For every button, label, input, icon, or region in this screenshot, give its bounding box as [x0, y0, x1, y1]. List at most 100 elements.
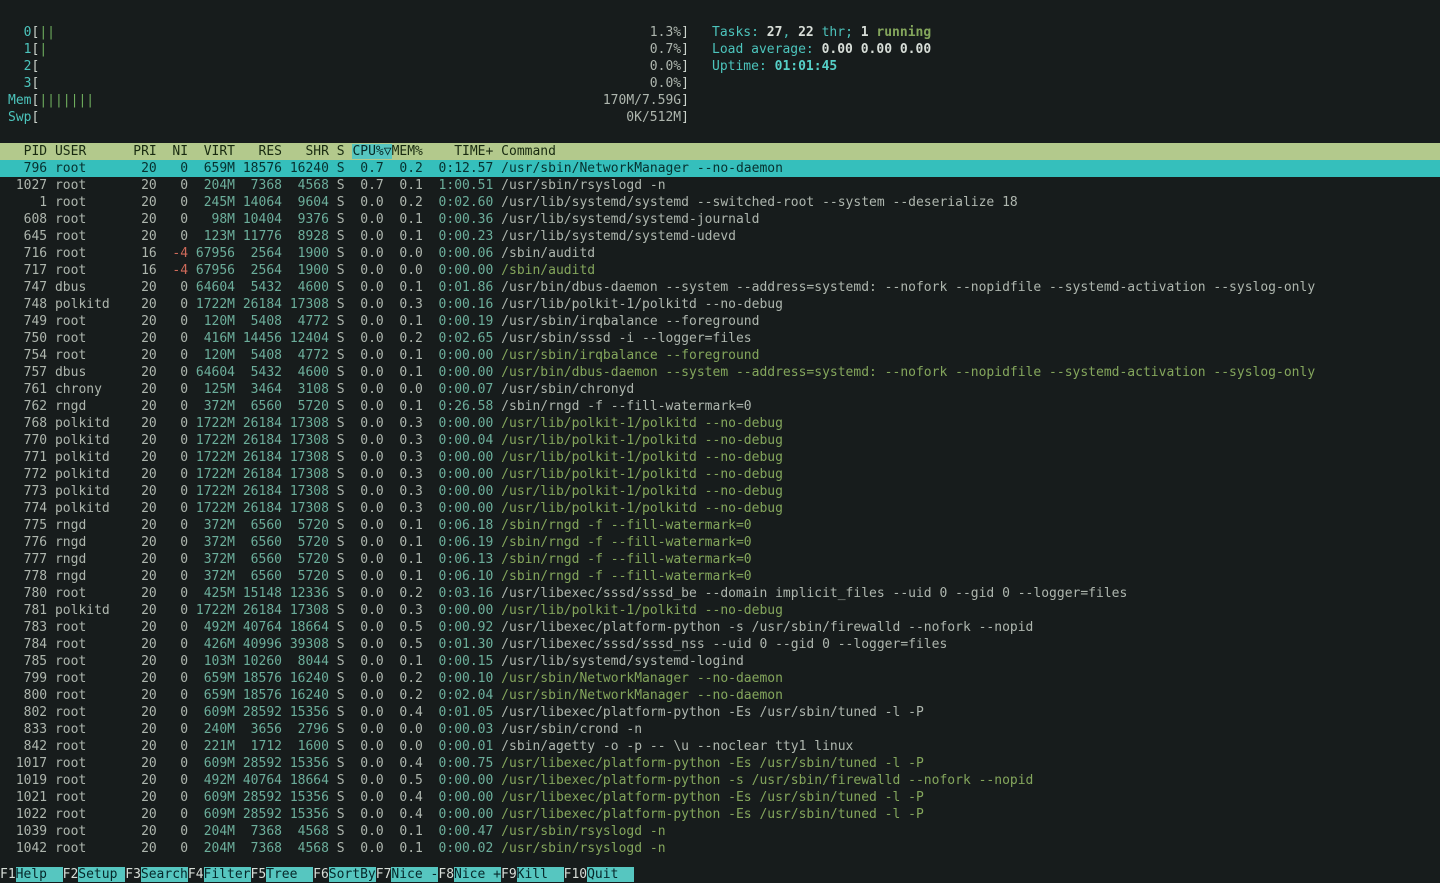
cell-state: S — [337, 790, 345, 805]
column-header-mem[interactable]: MEM% — [392, 144, 423, 159]
cell-mem: 0.3 — [392, 467, 423, 482]
column-header-pri[interactable]: PRI — [133, 144, 156, 159]
process-row-1039[interactable]: 1039 root 20 0 204M 7368 4568 S 0.0 0.1 … — [0, 823, 1440, 840]
fnkey-f7[interactable]: F7Nice - — [376, 867, 439, 882]
cell-state: S — [337, 807, 345, 822]
process-row-772[interactable]: 772 polkitd 20 0 1722M 26184 17308 S 0.0… — [0, 466, 1440, 483]
cell-command: /usr/lib/polkit-1/polkitd --no-debug — [501, 467, 783, 482]
column-header-shr[interactable]: SHR — [290, 144, 329, 159]
process-row-1022[interactable]: 1022 root 20 0 609M 28592 15356 S 0.0 0.… — [0, 806, 1440, 823]
column-header-command[interactable]: Command — [501, 144, 556, 159]
fnkey-f6[interactable]: F6SortBy — [313, 867, 376, 882]
column-header-pid[interactable]: PID — [8, 144, 47, 159]
cell-time: 0:00.00 — [431, 450, 494, 465]
process-row-778[interactable]: 778 rngd 20 0 372M 6560 5720 S 0.0 0.1 0… — [0, 568, 1440, 585]
process-row-762[interactable]: 762 rngd 20 0 372M 6560 5720 S 0.0 0.1 0… — [0, 398, 1440, 415]
process-row-777[interactable]: 777 rngd 20 0 372M 6560 5720 S 0.0 0.1 0… — [0, 551, 1440, 568]
cell-res: 18576 — [243, 161, 282, 176]
cell-user: root — [55, 807, 125, 822]
process-row-775[interactable]: 775 rngd 20 0 372M 6560 5720 S 0.0 0.1 0… — [0, 517, 1440, 534]
column-header-cpu[interactable]: CPU%▽ — [352, 144, 391, 159]
fnkey-f4[interactable]: F4Filter — [188, 867, 251, 882]
process-row-1019[interactable]: 1019 root 20 0 492M 40764 18664 S 0.0 0.… — [0, 772, 1440, 789]
process-row-784[interactable]: 784 root 20 0 426M 40996 39308 S 0.0 0.5… — [0, 636, 1440, 653]
info-segment: , — [782, 25, 798, 40]
cell-ni: 0 — [165, 620, 188, 635]
fnkey-label: F4 — [188, 867, 204, 882]
cell-time: 0:00.00 — [431, 467, 494, 482]
process-row-781[interactable]: 781 polkitd 20 0 1722M 26184 17308 S 0.0… — [0, 602, 1440, 619]
info-segment: 01:01:45 — [775, 59, 838, 74]
process-row-770[interactable]: 770 polkitd 20 0 1722M 26184 17308 S 0.0… — [0, 432, 1440, 449]
process-row-780[interactable]: 780 root 20 0 425M 15148 12336 S 0.0 0.2… — [0, 585, 1440, 602]
process-row-750[interactable]: 750 root 20 0 416M 14456 12404 S 0.0 0.2… — [0, 330, 1440, 347]
process-row-785[interactable]: 785 root 20 0 103M 10260 8044 S 0.0 0.1 … — [0, 653, 1440, 670]
process-row-716[interactable]: 716 root 16 -4 67956 2564 1900 S 0.0 0.0… — [0, 245, 1440, 262]
fnkey-f9[interactable]: F9Kill — [501, 867, 564, 882]
cell-shr: 9376 — [290, 212, 329, 227]
process-row-1042[interactable]: 1042 root 20 0 204M 7368 4568 S 0.0 0.1 … — [0, 840, 1440, 857]
fnkey-f10[interactable]: F10Quit — [564, 867, 634, 882]
cell-user: rngd — [55, 399, 125, 414]
process-row-774[interactable]: 774 polkitd 20 0 1722M 26184 17308 S 0.0… — [0, 500, 1440, 517]
process-row-776[interactable]: 776 rngd 20 0 372M 6560 5720 S 0.0 0.1 0… — [0, 534, 1440, 551]
process-row-783[interactable]: 783 root 20 0 492M 40764 18664 S 0.0 0.5… — [0, 619, 1440, 636]
process-row-761[interactable]: 761 chrony 20 0 125M 3464 3108 S 0.0 0.0… — [0, 381, 1440, 398]
cell-cpu: 0.0 — [352, 246, 383, 261]
cell-cpu: 0.7 — [352, 161, 383, 176]
info-segment: running — [869, 25, 932, 40]
process-row-754[interactable]: 754 root 20 0 120M 5408 4772 S 0.0 0.1 0… — [0, 347, 1440, 364]
cell-res: 10404 — [243, 212, 282, 227]
cell-mem: 0.5 — [392, 773, 423, 788]
process-row-800[interactable]: 800 root 20 0 659M 18576 16240 S 0.0 0.2… — [0, 687, 1440, 704]
cell-mem: 0.1 — [392, 280, 423, 295]
fnkey-f3[interactable]: F3Search — [125, 867, 188, 882]
cell-command: /usr/libexec/platform-python -Es /usr/sb… — [501, 756, 924, 771]
cell-res: 28592 — [243, 807, 282, 822]
column-header-res[interactable]: RES — [243, 144, 282, 159]
process-row-799[interactable]: 799 root 20 0 659M 18576 16240 S 0.0 0.2… — [0, 670, 1440, 687]
cell-command: /sbin/rngd -f --fill-watermark=0 — [501, 552, 751, 567]
process-row-608[interactable]: 608 root 20 0 98M 10404 9376 S 0.0 0.1 0… — [0, 211, 1440, 228]
process-row-1[interactable]: 1 root 20 0 245M 14064 9604 S 0.0 0.2 0:… — [0, 194, 1440, 211]
cell-time: 0:00.00 — [431, 416, 494, 431]
process-row-773[interactable]: 773 polkitd 20 0 1722M 26184 17308 S 0.0… — [0, 483, 1440, 500]
column-header-time[interactable]: TIME+ — [431, 144, 494, 159]
process-row-771[interactable]: 771 polkitd 20 0 1722M 26184 17308 S 0.0… — [0, 449, 1440, 466]
column-header-ni[interactable]: NI — [165, 144, 188, 159]
column-header-virt[interactable]: VIRT — [196, 144, 235, 159]
cell-cpu: 0.0 — [352, 280, 383, 295]
column-header-state[interactable]: S — [337, 144, 345, 159]
cell-mem: 0.3 — [392, 501, 423, 516]
process-row-747[interactable]: 747 dbus 20 0 64604 5432 4600 S 0.0 0.1 … — [0, 279, 1440, 296]
cell-ni: 0 — [165, 773, 188, 788]
cell-user: root — [55, 790, 125, 805]
cell-state: S — [337, 484, 345, 499]
cell-pri: 20 — [133, 654, 156, 669]
process-row-1017[interactable]: 1017 root 20 0 609M 28592 15356 S 0.0 0.… — [0, 755, 1440, 772]
cell-state: S — [337, 603, 345, 618]
cell-state: S — [337, 552, 345, 567]
process-row-842[interactable]: 842 root 20 0 221M 1712 1600 S 0.0 0.0 0… — [0, 738, 1440, 755]
cell-ni: 0 — [165, 807, 188, 822]
process-row-645[interactable]: 645 root 20 0 123M 11776 8928 S 0.0 0.1 … — [0, 228, 1440, 245]
process-row-1021[interactable]: 1021 root 20 0 609M 28592 15356 S 0.0 0.… — [0, 789, 1440, 806]
process-row-796[interactable]: 796 root 20 0 659M 18576 16240 S 0.7 0.2… — [0, 160, 1440, 177]
fnkey-f8[interactable]: F8Nice + — [438, 867, 501, 882]
column-header-user[interactable]: USER — [55, 144, 125, 159]
cell-ni: 0 — [165, 382, 188, 397]
cell-pri: 16 — [133, 246, 156, 261]
fnkey-f1[interactable]: F1Help — [0, 867, 63, 882]
process-row-717[interactable]: 717 root 16 -4 67956 2564 1900 S 0.0 0.0… — [0, 262, 1440, 279]
process-row-757[interactable]: 757 dbus 20 0 64604 5432 4600 S 0.0 0.1 … — [0, 364, 1440, 381]
fnkey-f5[interactable]: F5Tree — [251, 867, 314, 882]
process-row-768[interactable]: 768 polkitd 20 0 1722M 26184 17308 S 0.0… — [0, 415, 1440, 432]
process-row-833[interactable]: 833 root 20 0 240M 3656 2796 S 0.0 0.0 0… — [0, 721, 1440, 738]
cell-virt: 204M — [196, 178, 235, 193]
process-row-748[interactable]: 748 polkitd 20 0 1722M 26184 17308 S 0.0… — [0, 296, 1440, 313]
process-row-802[interactable]: 802 root 20 0 609M 28592 15356 S 0.0 0.4… — [0, 704, 1440, 721]
process-row-749[interactable]: 749 root 20 0 120M 5408 4772 S 0.0 0.1 0… — [0, 313, 1440, 330]
process-row-1027[interactable]: 1027 root 20 0 204M 7368 4568 S 0.7 0.1 … — [0, 177, 1440, 194]
cell-pri: 20 — [133, 297, 156, 312]
fnkey-f2[interactable]: F2Setup — [63, 867, 126, 882]
